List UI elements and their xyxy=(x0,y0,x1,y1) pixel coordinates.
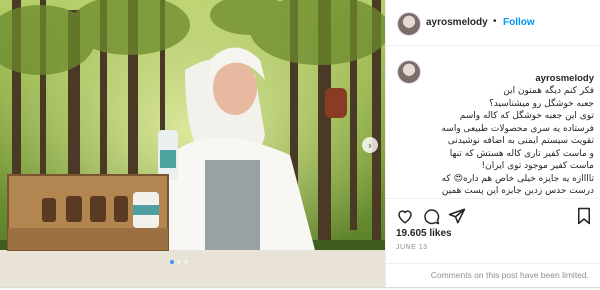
header-username[interactable]: ayrosmelody xyxy=(426,17,488,28)
comment-icon[interactable] xyxy=(422,207,440,225)
page-background: › ayrosmelody • Follow ayrosmelody فکر ک… xyxy=(0,0,600,290)
caption-area: ayrosmelody فکر کنم دیگه همتون این جعبه … xyxy=(386,46,600,196)
action-bar xyxy=(386,198,600,229)
post-photo[interactable]: › xyxy=(0,0,385,287)
post-date[interactable]: JUNE 13 xyxy=(396,244,428,251)
header-separator: • xyxy=(493,16,497,27)
likes-count[interactable]: 19.605 likes xyxy=(396,228,452,239)
avatar[interactable] xyxy=(397,12,421,36)
comments-limited-notice: Comments on this post have been limited. xyxy=(386,263,600,287)
caption-block: ayrosmelody فکر کنم دیگه همتون این جعبه … xyxy=(418,60,594,197)
carousel-dot xyxy=(170,260,174,264)
bookmark-icon[interactable] xyxy=(575,207,593,225)
post-sidebar: ayrosmelody • Follow ayrosmelody فکر کنم… xyxy=(385,0,600,287)
caption-text: فکر کنم دیگه همتون این جعبه خوشگل رو میش… xyxy=(441,86,594,196)
carousel-dot xyxy=(184,260,188,264)
photo-illustration xyxy=(0,0,385,287)
follow-button[interactable]: Follow xyxy=(503,17,535,28)
share-icon[interactable] xyxy=(448,207,466,225)
post-header: ayrosmelody • Follow xyxy=(386,0,600,46)
instagram-post: › ayrosmelody • Follow ayrosmelody فکر ک… xyxy=(0,0,600,288)
caption-username[interactable]: ayrosmelody xyxy=(535,73,594,84)
carousel-dots xyxy=(170,260,188,264)
chevron-right-icon[interactable]: › xyxy=(362,137,378,153)
carousel-dot xyxy=(177,260,181,264)
heart-icon[interactable] xyxy=(396,207,414,225)
